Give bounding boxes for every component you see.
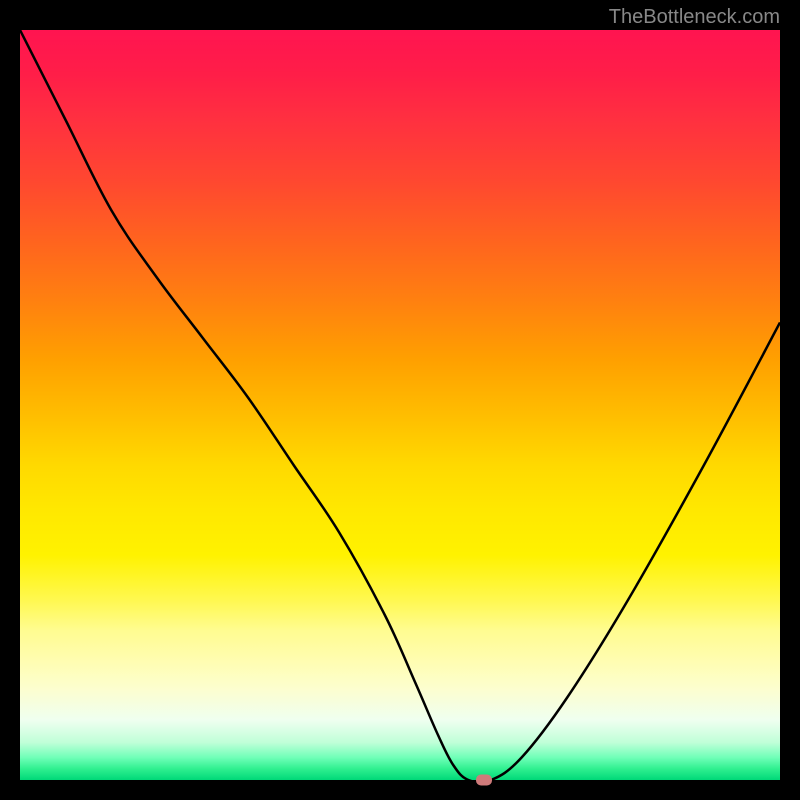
optimal-point-marker (476, 775, 492, 786)
bottleneck-curve (20, 30, 780, 780)
plot-area (20, 30, 780, 780)
chart-container: TheBottleneck.com (0, 0, 800, 800)
watermark-text: TheBottleneck.com (609, 6, 780, 29)
